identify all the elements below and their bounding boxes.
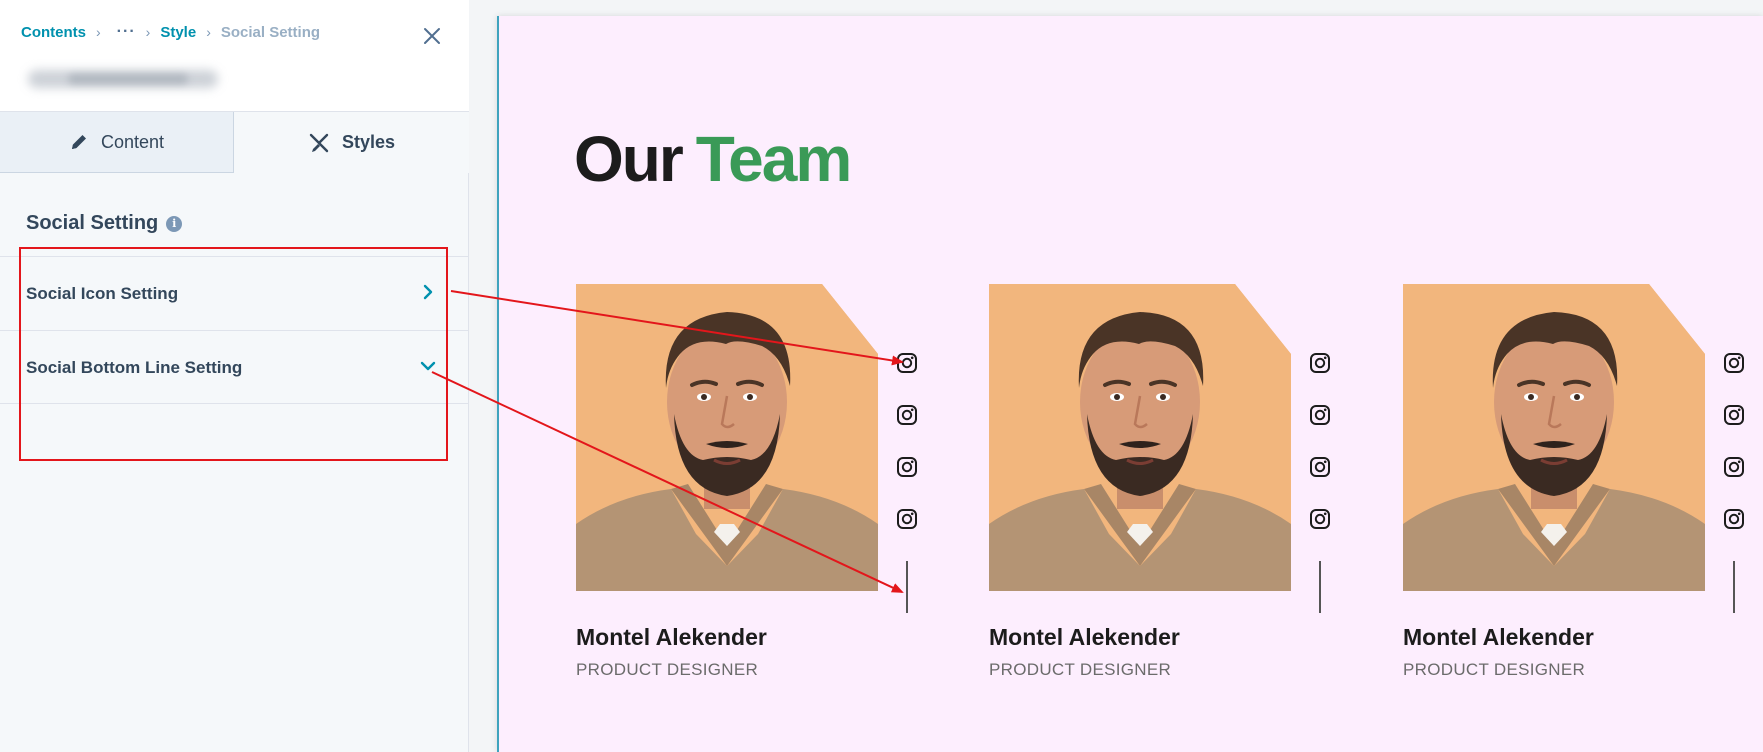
team-member-role: PRODUCT DESIGNER [989, 660, 1172, 679]
instagram-icon[interactable] [1723, 404, 1745, 426]
social-icons-column [1309, 352, 1337, 560]
instagram-icon[interactable] [1723, 508, 1745, 530]
social-icons-column [1723, 352, 1751, 560]
instagram-icon[interactable] [1309, 508, 1331, 530]
instagram-icon[interactable] [1723, 456, 1745, 478]
social-bottom-line [1319, 561, 1321, 613]
instagram-icon[interactable] [1309, 404, 1331, 426]
social-icons-column [896, 352, 924, 560]
annotation-highlight-box [19, 247, 448, 461]
instagram-icon[interactable] [896, 352, 918, 374]
portrait-image [1403, 284, 1705, 591]
blurred-module-name [8, 62, 296, 110]
instagram-icon[interactable] [1309, 456, 1331, 478]
section-title: Social Setting i [26, 212, 183, 235]
team-member-card-1: Montel Alekender PRODUCT DESIGNER [576, 284, 936, 704]
heading-part-our: Our [574, 123, 684, 195]
styles-brush-icon [309, 133, 329, 152]
breadcrumb-current: Social Setting [220, 23, 321, 41]
tab-styles-label: Styles [341, 132, 396, 152]
portrait-image [989, 284, 1291, 591]
team-member-card-2: Montel Alekender PRODUCT DESIGNER [989, 284, 1349, 704]
info-icon[interactable]: i [166, 215, 183, 232]
instagram-icon[interactable] [896, 404, 918, 426]
team-member-role: PRODUCT DESIGNER [1403, 660, 1586, 679]
breadcrumb-style[interactable]: Style [160, 24, 196, 41]
team-member-card-3: Montel Alekender PRODUCT DESIGNER [1403, 284, 1763, 704]
social-bottom-line [906, 561, 908, 613]
instagram-icon[interactable] [896, 456, 918, 478]
tab-styles[interactable]: Styles [234, 112, 469, 173]
close-icon [424, 28, 440, 44]
instagram-icon[interactable] [1723, 352, 1745, 374]
chevron-right-icon: › [96, 24, 101, 40]
panel-header: Contents › ··· › Style › Social Setting [0, 0, 469, 112]
breadcrumb-contents[interactable]: Contents [21, 24, 86, 41]
instagram-icon[interactable] [896, 508, 918, 530]
panel-tabs: Content Styles [0, 112, 469, 173]
team-heading: Our Team [574, 122, 852, 196]
pencil-icon [71, 135, 86, 149]
chevron-right-icon: › [206, 24, 211, 40]
heading-part-team: Team [695, 123, 852, 195]
team-member-name: Montel Alekender [1403, 624, 1594, 650]
close-button[interactable] [420, 24, 444, 48]
tab-content-label: Content [100, 131, 165, 152]
section-title-text: Social Setting [26, 212, 159, 234]
tab-content[interactable]: Content [0, 112, 234, 173]
team-member-photo [989, 284, 1291, 591]
team-member-photo [576, 284, 878, 591]
team-member-photo [1403, 284, 1705, 591]
team-member-role: PRODUCT DESIGNER [576, 660, 759, 679]
breadcrumb-ellipsis[interactable]: ··· [117, 23, 136, 41]
team-member-name: Montel Alekender [989, 624, 1180, 650]
team-member-name: Montel Alekender [576, 624, 767, 650]
portrait-image [576, 284, 878, 591]
social-bottom-line [1733, 561, 1735, 613]
chevron-right-icon: › [145, 24, 151, 40]
instagram-icon[interactable] [1309, 352, 1331, 374]
breadcrumb: Contents › ··· › Style › Social Setting [21, 22, 320, 42]
